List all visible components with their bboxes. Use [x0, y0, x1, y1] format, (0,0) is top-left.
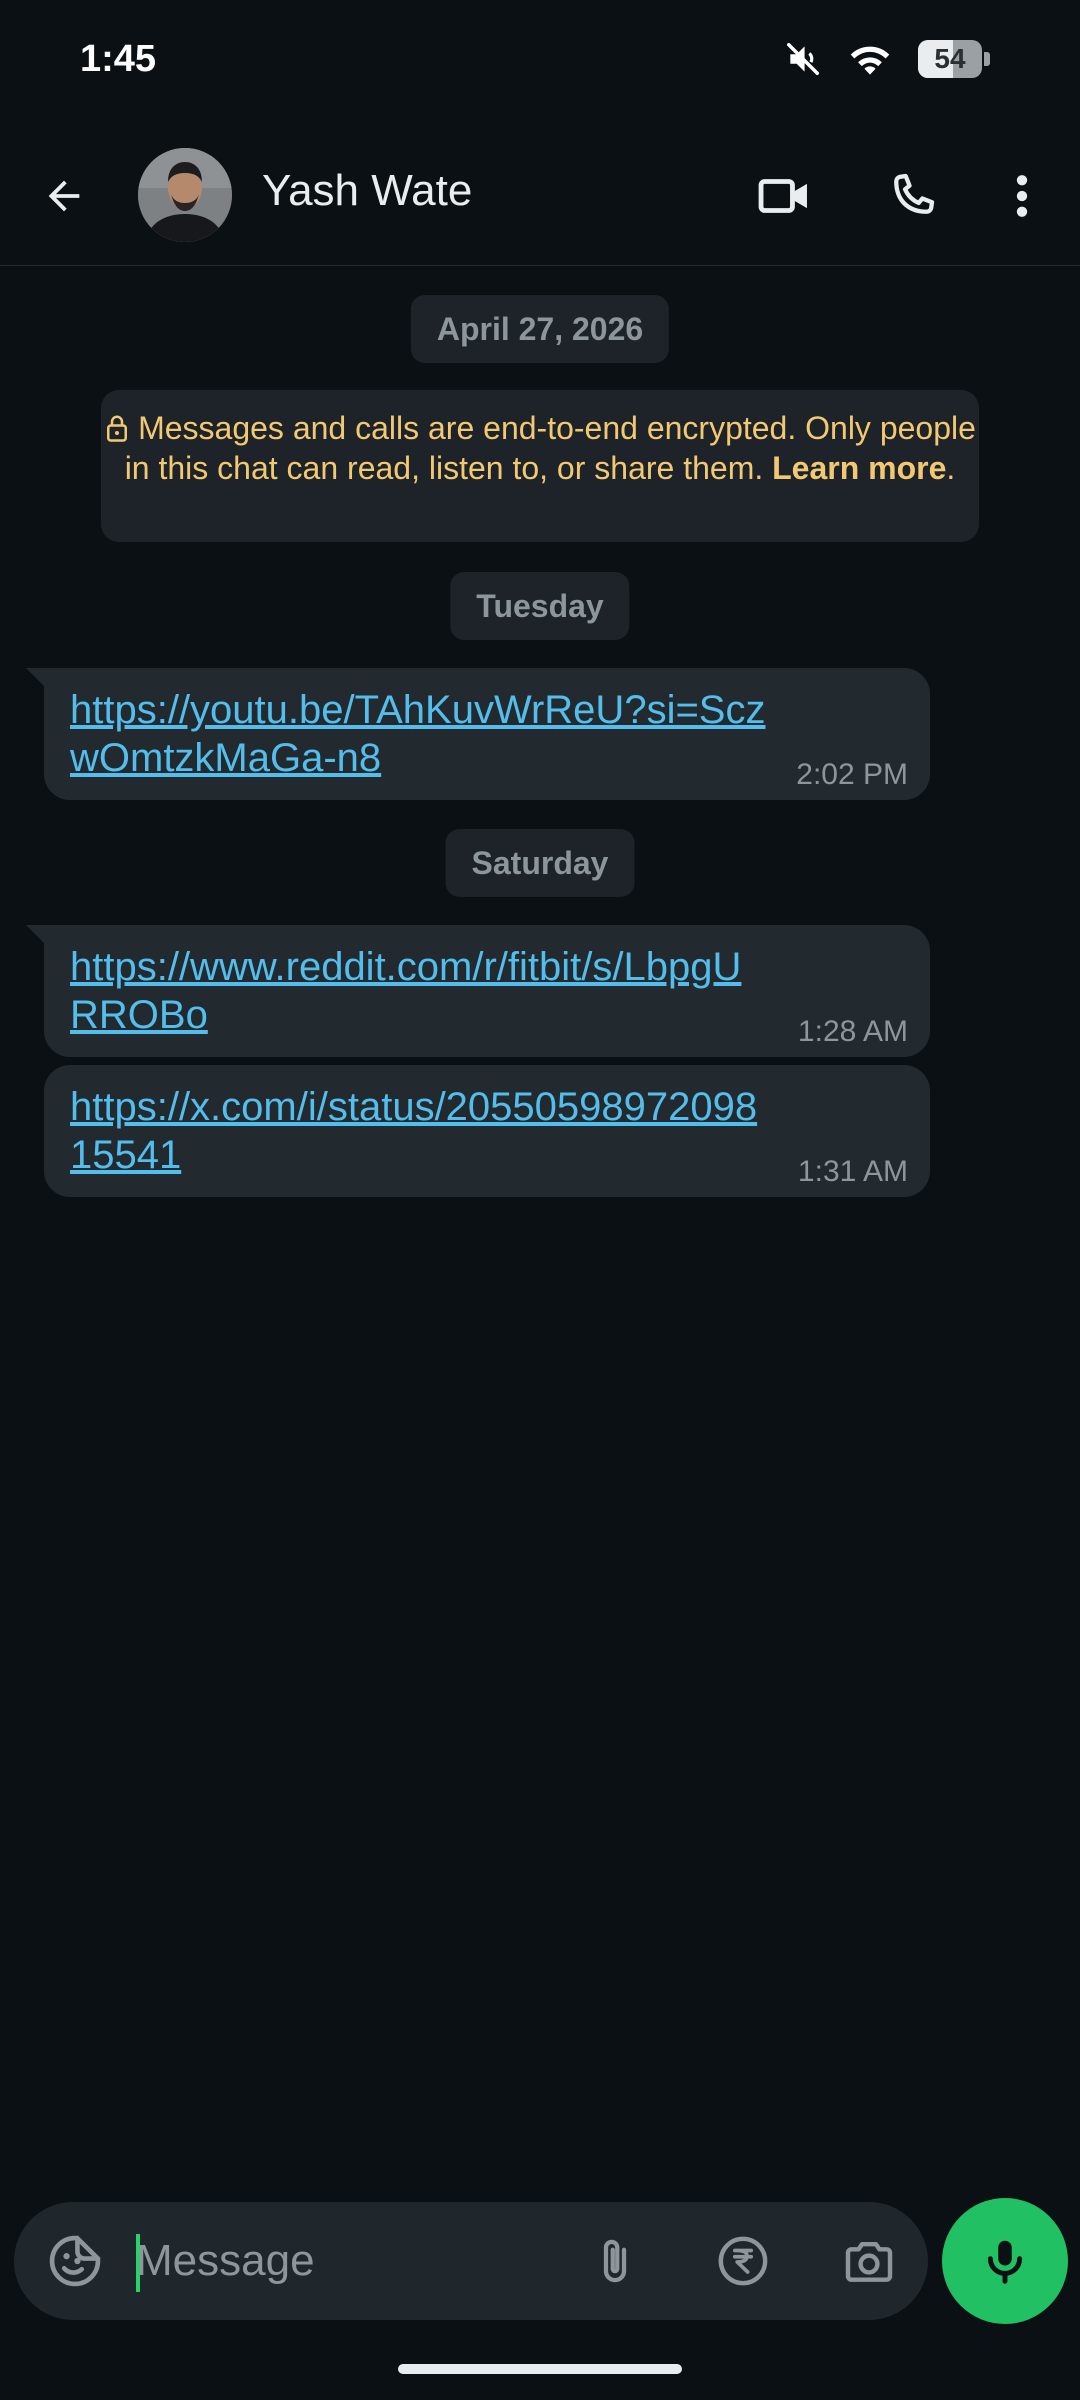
video-call-button[interactable] [748, 160, 820, 232]
payment-button[interactable] [710, 2228, 776, 2294]
message-bubble[interactable]: https://www.reddit.com/r/fitbit/s/LbpgUR… [26, 925, 930, 1057]
status-icons: 54 [784, 40, 990, 78]
attach-button[interactable] [582, 2228, 648, 2294]
chat-header: Yash Wate [0, 120, 1080, 266]
battery-icon: 54 [918, 40, 990, 78]
voice-message-button[interactable] [942, 2198, 1068, 2324]
phone-icon [894, 173, 935, 214]
message-input[interactable] [136, 2224, 566, 2298]
status-bar: 1:45 54 [0, 0, 1080, 120]
rupee-payment-icon [718, 2236, 768, 2286]
encryption-period: . [946, 450, 956, 486]
mic-icon [987, 2240, 1023, 2284]
attach-icon [603, 2239, 627, 2283]
more-vert-icon [1016, 175, 1028, 217]
avatar[interactable] [138, 148, 232, 242]
sticker-icon [49, 2235, 101, 2287]
learn-more-link[interactable]: Learn more [772, 450, 946, 486]
date-separator: April 27, 2026 [410, 295, 670, 363]
message-link[interactable]: https://x.com/i/status/20550598972098155… [70, 1083, 770, 1179]
mute-icon [784, 40, 822, 78]
video-call-icon [758, 179, 807, 213]
voice-call-button[interactable] [876, 160, 948, 232]
sticker-button[interactable] [44, 2230, 106, 2292]
camera-button[interactable] [836, 2228, 902, 2294]
wifi-icon [848, 40, 892, 78]
message-time: 2:02 PM [796, 758, 908, 791]
more-options-button[interactable] [986, 160, 1058, 232]
message-link[interactable]: https://www.reddit.com/r/fitbit/s/LbpgUR… [70, 943, 770, 1039]
camera-icon [845, 2241, 893, 2282]
contact-name[interactable]: Yash Wate [262, 166, 472, 216]
message-bubble[interactable]: https://x.com/i/status/20550598972098155… [44, 1065, 930, 1197]
back-button[interactable] [32, 164, 96, 228]
message-bubble[interactable]: https://youtu.be/TAhKuvWrReU?si=SczwOmtz… [26, 668, 930, 800]
battery-percent: 54 [934, 43, 966, 74]
message-time: 1:28 AM [797, 1015, 908, 1048]
home-indicator[interactable] [398, 2364, 682, 2374]
back-arrow-icon [48, 180, 80, 212]
day-separator-tuesday: Tuesday [450, 572, 630, 640]
chat-screen: 1:45 54 Yash Wate April 27, 2026 Message… [0, 0, 1080, 2400]
lock-icon [107, 415, 128, 442]
status-time: 1:45 [80, 38, 157, 80]
message-time: 1:31 AM [797, 1155, 908, 1188]
message-composer [14, 2202, 928, 2320]
message-link[interactable]: https://youtu.be/TAhKuvWrReU?si=SczwOmtz… [70, 686, 770, 782]
day-separator-saturday: Saturday [445, 829, 635, 897]
encryption-notice[interactable]: Messages and calls are end-to-end encryp… [101, 390, 979, 542]
